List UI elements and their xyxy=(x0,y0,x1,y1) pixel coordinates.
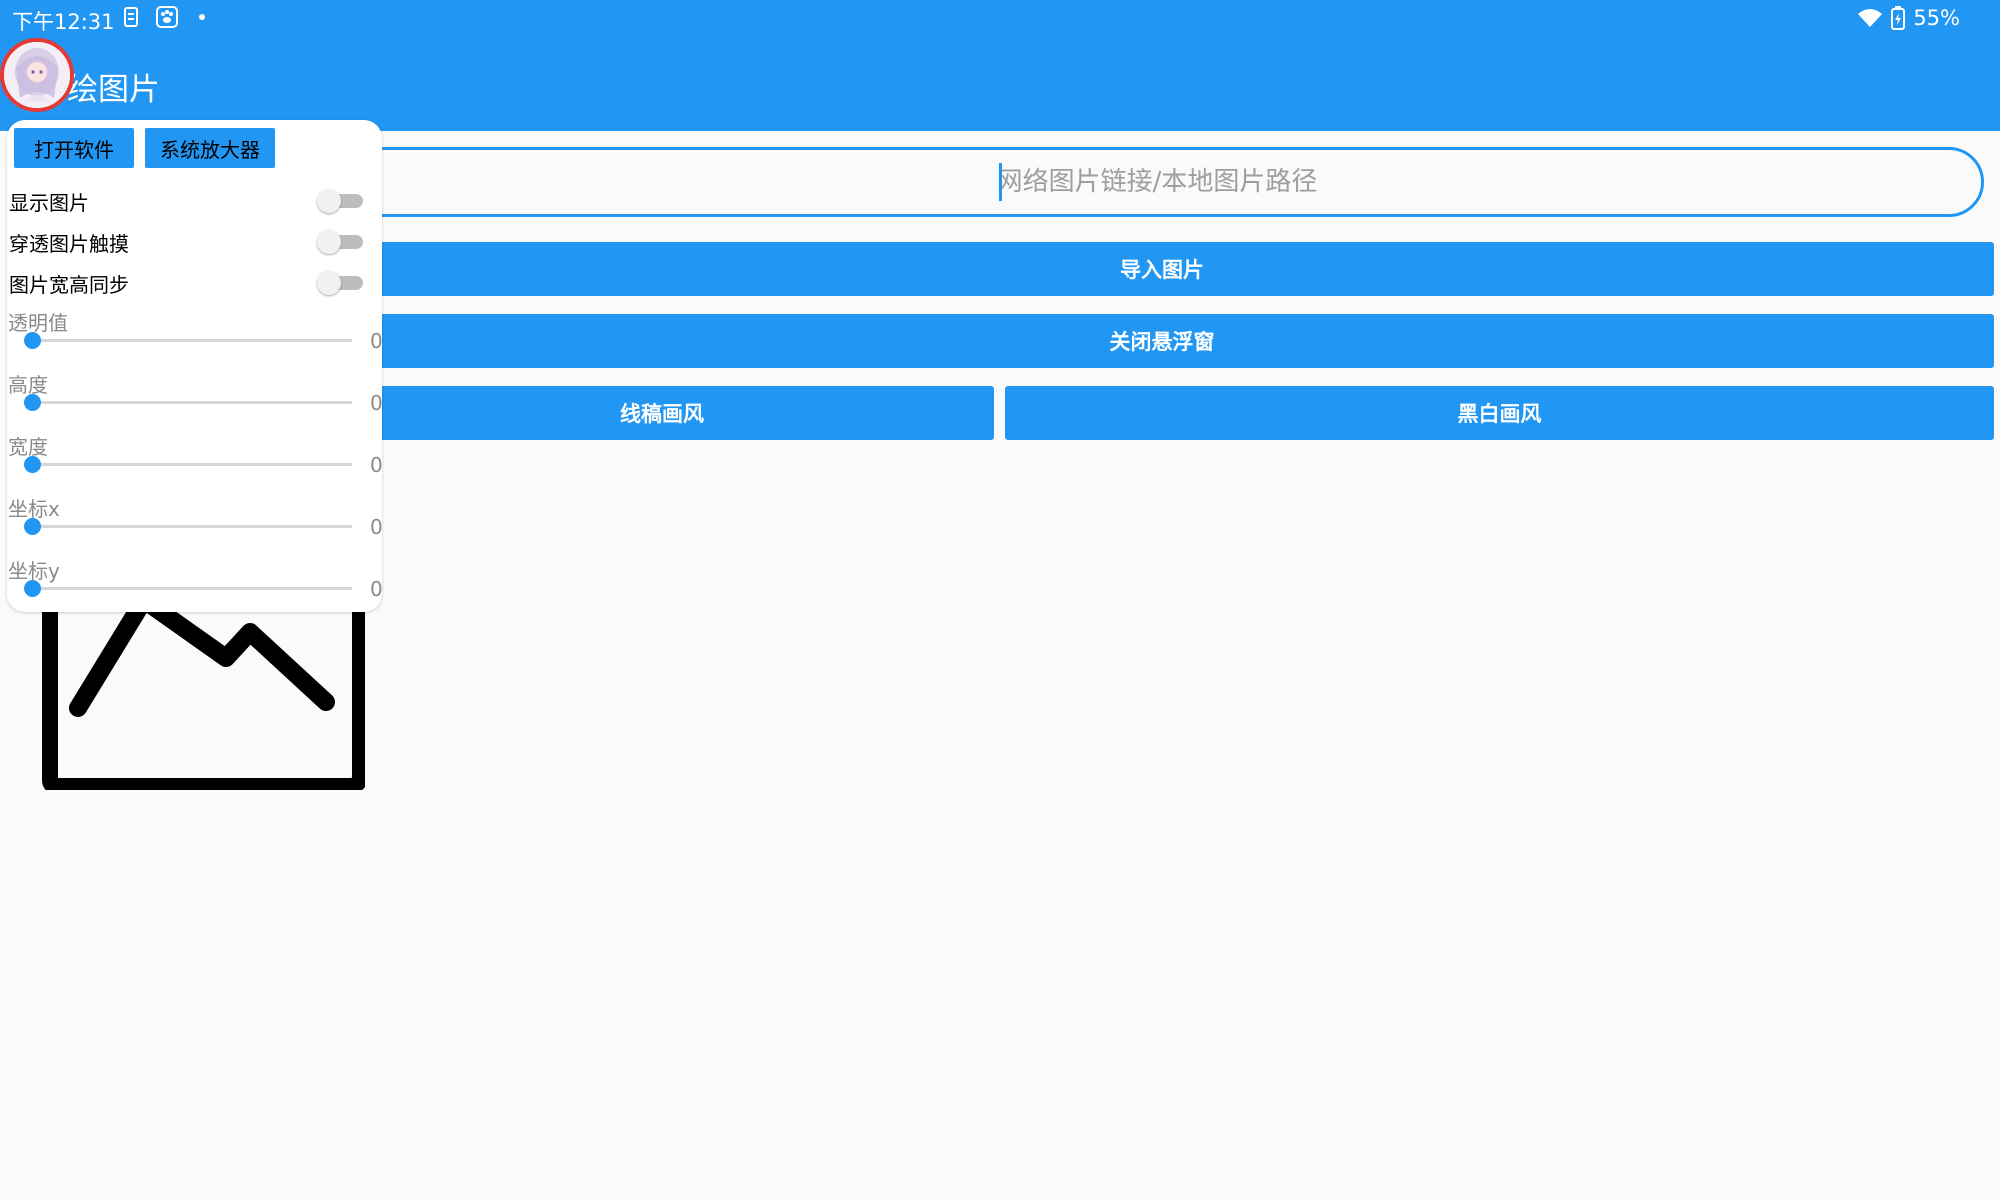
slider-handle[interactable] xyxy=(24,394,41,411)
slider-y: 坐标y 0 xyxy=(7,555,382,612)
floating-control-panel: 打开软件 系统放大器 显示图片 穿透图片触摸 图片宽高同步 透明值 0 高度 0… xyxy=(7,120,382,612)
status-time: 下午12:31 xyxy=(12,10,115,34)
status-bar: 下午12:31 55% xyxy=(0,0,2000,38)
system-magnifier-button[interactable]: 系统放大器 xyxy=(145,128,275,168)
avatar-icon xyxy=(4,42,70,108)
slider-handle[interactable] xyxy=(24,456,41,473)
slider-value: 0 xyxy=(370,577,382,601)
slider-x: 坐标x 0 xyxy=(7,493,382,555)
slider-value: 0 xyxy=(370,453,382,477)
line-style-button[interactable]: 线稿画风 xyxy=(330,386,994,440)
slider-height: 高度 0 xyxy=(7,369,382,431)
slider-handle[interactable] xyxy=(24,580,41,597)
slider-label: 透明值 xyxy=(8,311,68,335)
floating-avatar-bubble[interactable] xyxy=(0,38,74,112)
open-app-button[interactable]: 打开软件 xyxy=(14,128,134,168)
text-caret xyxy=(999,163,1002,201)
status-right: 55% xyxy=(1857,6,1960,30)
toggle-switch[interactable] xyxy=(317,189,367,213)
slider-value: 0 xyxy=(370,329,382,353)
battery-level: 55% xyxy=(1913,6,1960,30)
paw-icon xyxy=(156,6,178,28)
switch-show-image[interactable]: 显示图片 xyxy=(7,183,382,219)
slider-width: 宽度 0 xyxy=(7,431,382,493)
switch-sync-size[interactable]: 图片宽高同步 xyxy=(7,265,382,301)
switch-label: 穿透图片触摸 xyxy=(9,232,129,256)
slider-value: 0 xyxy=(370,391,382,415)
switch-label: 图片宽高同步 xyxy=(9,273,129,297)
slider-value: 0 xyxy=(370,515,382,539)
slider-handle[interactable] xyxy=(24,332,41,349)
toggle-switch[interactable] xyxy=(317,271,367,295)
sim-icon xyxy=(124,7,138,27)
import-image-button[interactable]: 导入图片 xyxy=(330,242,1994,296)
switch-label: 显示图片 xyxy=(9,191,89,215)
close-float-window-button[interactable]: 关闭悬浮窗 xyxy=(330,314,1994,368)
slider-track[interactable] xyxy=(32,401,352,404)
slider-track[interactable] xyxy=(32,463,352,466)
slider-track[interactable] xyxy=(32,525,352,528)
wifi-icon xyxy=(1858,9,1883,27)
app-bar: 下午12:31 55% 绘图片 xyxy=(0,0,2000,131)
slider-label: 宽度 xyxy=(8,435,48,459)
slider-label: 高度 xyxy=(8,373,48,397)
notification-dot xyxy=(199,14,205,20)
slider-track[interactable] xyxy=(32,339,352,342)
page-title: 绘图片 xyxy=(67,72,160,108)
image-url-input[interactable] xyxy=(330,147,1984,217)
switch-passthrough-touch[interactable]: 穿透图片触摸 xyxy=(7,224,382,260)
slider-handle[interactable] xyxy=(24,518,41,535)
bw-style-button[interactable]: 黑白画风 xyxy=(1005,386,1994,440)
battery-icon xyxy=(1891,6,1906,30)
slider-track[interactable] xyxy=(32,587,352,590)
slider-opacity: 透明值 0 xyxy=(7,307,382,369)
toggle-switch[interactable] xyxy=(317,230,367,254)
